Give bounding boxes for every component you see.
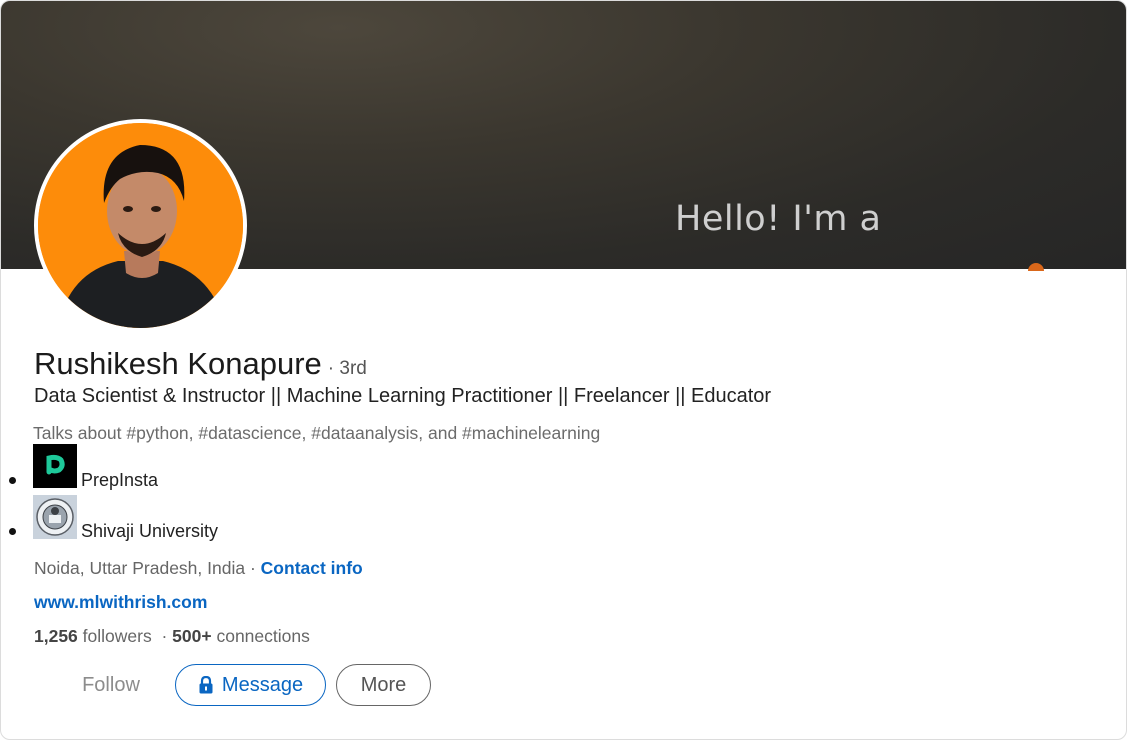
website-link[interactable]: www.mlwithrish.com — [34, 592, 207, 613]
connection-degree: · 3rd — [327, 358, 367, 379]
banner-text: Hello! I'm a — [675, 199, 882, 239]
profile-name: Rushikesh Konapure — [34, 346, 322, 381]
profile-avatar[interactable] — [34, 119, 247, 332]
prepinsta-logo-icon — [33, 444, 77, 488]
followers-count: 1,256 — [34, 626, 78, 646]
contact-info-link[interactable]: Contact info — [261, 558, 363, 578]
profile-card: Hello! I'm a Rushikesh Konapure · 3rd Da… — [0, 0, 1127, 740]
org-label: Shivaji University — [81, 521, 219, 541]
connections-label[interactable]: connections — [216, 626, 309, 646]
network-stats: 1,256 followers · 500+ connections — [34, 626, 310, 647]
followers-label: followers — [82, 626, 152, 646]
banner-decoration — [1028, 263, 1044, 271]
message-button[interactable]: Message — [175, 664, 326, 706]
location-row: Noida, Uttar Pradesh, India · Contact in… — [34, 558, 363, 579]
name-row: Rushikesh Konapure · 3rd — [34, 346, 367, 382]
list-bullet — [9, 477, 16, 484]
list-bullet — [9, 528, 16, 535]
talks-about: Talks about #python, #datascience, #data… — [33, 423, 601, 443]
connections-count[interactable]: 500+ — [172, 626, 211, 646]
profile-headline: Data Scientist & Instructor || Machine L… — [34, 385, 772, 407]
separator-dot: · — [161, 626, 168, 646]
lock-icon — [198, 676, 214, 694]
separator-dot: · — [249, 558, 256, 578]
message-label: Message — [221, 673, 304, 696]
org-label: PrepInsta — [81, 470, 159, 490]
more-button[interactable]: More — [336, 664, 431, 706]
shivaji-university-seal-icon — [33, 495, 77, 539]
location-text: Noida, Uttar Pradesh, India — [34, 558, 246, 578]
follow-button[interactable]: Follow — [67, 664, 155, 706]
